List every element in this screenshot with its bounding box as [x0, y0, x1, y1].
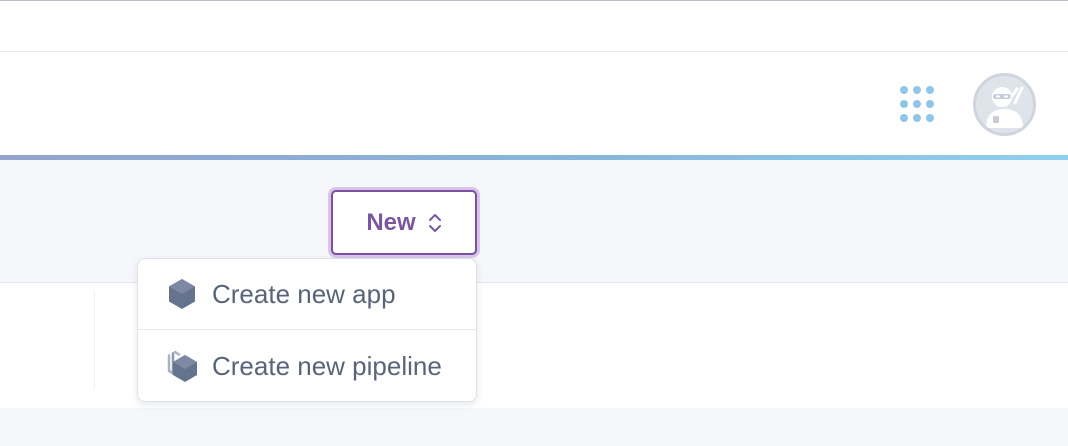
create-new-app-label: Create new app [212, 278, 396, 309]
apps-grid-dot [913, 114, 921, 122]
apps-grid-dot [900, 100, 908, 108]
apps-grid-dot [900, 114, 908, 122]
ninja-avatar-icon [976, 76, 1033, 133]
content-divider [94, 290, 95, 390]
apps-grid-dot [913, 86, 921, 94]
stacked-hexagons-icon [165, 349, 199, 383]
avatar[interactable] [973, 73, 1036, 136]
apps-grid-dot [926, 114, 934, 122]
new-button[interactable]: New [331, 190, 477, 255]
create-new-pipeline-label: Create new pipeline [212, 350, 442, 381]
new-button-label: New [366, 208, 416, 236]
apps-grid-dot [913, 100, 921, 108]
create-new-app-item[interactable]: Create new app [138, 259, 476, 329]
chevron-up-down-icon [428, 212, 442, 234]
apps-grid-dot [926, 86, 934, 94]
top-strip [0, 0, 1068, 52]
new-dropdown-menu: Create new app Create new pipeline [137, 258, 477, 402]
apps-grid-dot [900, 86, 908, 94]
apps-grid-dot [926, 100, 934, 108]
bottom-band [0, 408, 1068, 446]
menu-divider [138, 329, 476, 330]
create-new-pipeline-item[interactable]: Create new pipeline [138, 331, 476, 401]
hexagon-icon [165, 277, 199, 311]
apps-grid-icon[interactable] [900, 86, 938, 124]
